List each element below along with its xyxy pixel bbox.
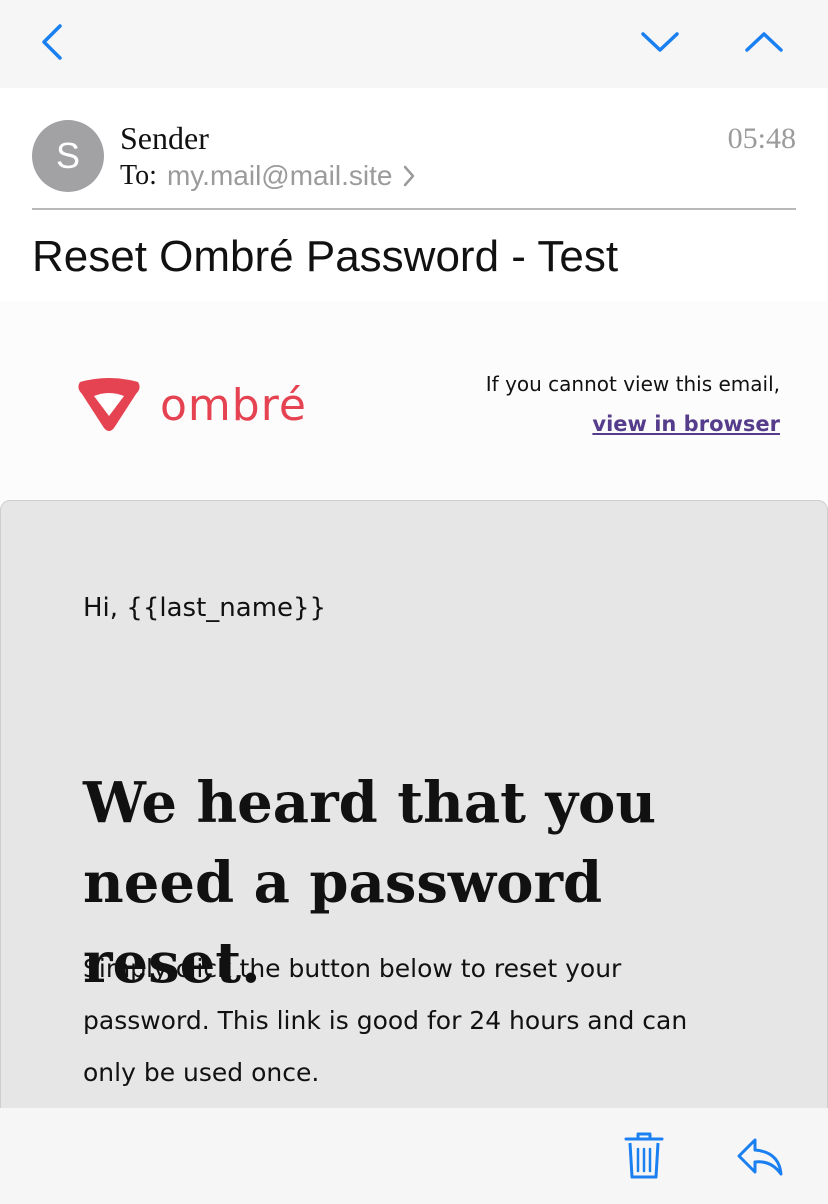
header-divider <box>32 208 796 210</box>
greeting: Hi, {{last_name}} <box>83 593 327 623</box>
email-banner: ombré If you cannot view this email, vie… <box>0 302 828 502</box>
bottom-toolbar <box>0 1108 828 1204</box>
body-text: Simply click the button below to reset y… <box>83 954 688 1087</box>
back-button[interactable] <box>30 22 74 66</box>
next-message-button[interactable] <box>638 22 682 66</box>
message-subject: Reset Ombré Password - Test <box>32 232 619 281</box>
sender-name[interactable]: Sender <box>120 120 209 157</box>
trash-button[interactable] <box>616 1130 672 1186</box>
recipient-address[interactable]: my.mail@mail.site <box>167 160 392 192</box>
brand-name: ombré <box>160 380 307 431</box>
message-header: S Sender To: my.mail@mail.site 05:48 Res… <box>0 88 828 302</box>
top-toolbar <box>0 0 828 88</box>
reply-button[interactable] <box>732 1130 788 1186</box>
previous-message-button[interactable] <box>742 22 786 66</box>
email-body-card: Hi, {{last_name}} We heard that you need… <box>0 500 828 1122</box>
view-in-browser-link[interactable]: view in browser <box>592 412 780 436</box>
cannot-view-text: If you cannot view this email, <box>485 372 780 396</box>
reply-icon <box>735 1134 785 1183</box>
ombre-logo-icon <box>74 376 144 439</box>
message-time: 05:48 <box>727 122 796 155</box>
to-label: To: <box>120 160 157 191</box>
trash-icon <box>622 1131 666 1186</box>
avatar-initial: S <box>55 135 80 176</box>
chevron-right-icon <box>402 164 416 188</box>
avatar[interactable]: S <box>32 120 104 192</box>
recipient-line[interactable]: To: my.mail@mail.site <box>120 160 416 192</box>
chevron-down-icon <box>640 28 680 61</box>
chevron-left-icon <box>38 22 66 67</box>
chevron-up-icon <box>744 28 784 61</box>
